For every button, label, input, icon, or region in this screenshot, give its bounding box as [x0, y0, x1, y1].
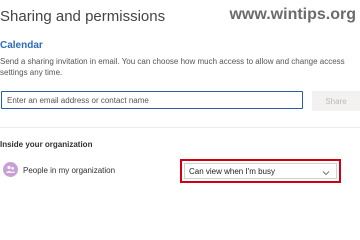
- section-title: Inside your organization: [0, 140, 93, 149]
- calendar-name: Calendar: [0, 40, 43, 51]
- dialog-title: Sharing and permissions: [0, 8, 166, 25]
- permission-dropdown[interactable]: Can view when I'm busy: [180, 159, 341, 183]
- chevron-down-icon[interactable]: [322, 170, 330, 176]
- person-name: People in my organization: [23, 166, 116, 175]
- permission-field[interactable]: Can view when I'm busy: [184, 163, 337, 179]
- people-icon: [3, 162, 18, 177]
- sharing-description: Send a sharing invitation in email. You …: [0, 57, 345, 77]
- permission-value: Can view when I'm busy: [189, 166, 276, 176]
- divider: [0, 127, 360, 128]
- email-input[interactable]: [1, 91, 303, 109]
- share-button[interactable]: Share: [312, 91, 360, 111]
- watermark: www.wintips.org: [229, 6, 356, 23]
